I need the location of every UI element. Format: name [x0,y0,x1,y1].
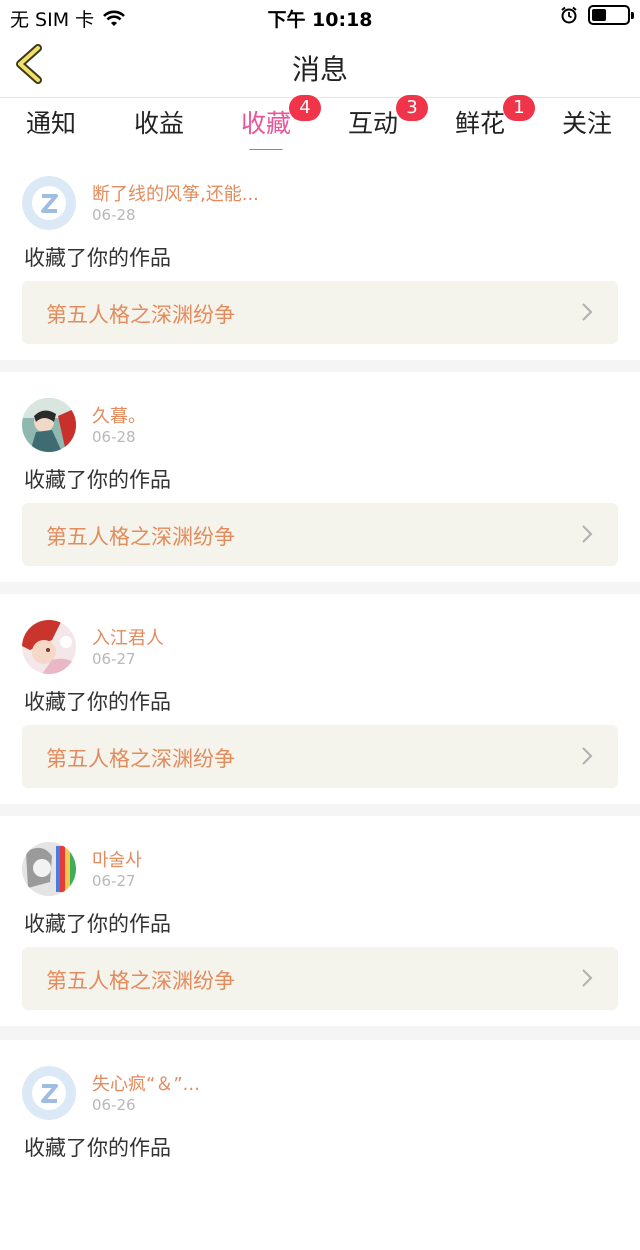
battery-icon [588,5,634,25]
chevron-right-icon [582,525,593,543]
action-text: 收藏了你的作品 [24,912,171,936]
chevron-right-icon [582,747,593,765]
chevron-right-icon [582,303,593,321]
avatar[interactable] [22,398,76,452]
avatar[interactable] [22,176,76,230]
tab-notice[interactable]: 通知 [26,104,76,140]
action-text: 收藏了你的作品 [24,690,171,714]
tab-earnings[interactable]: 收益 [134,104,184,140]
message-date: 06-27 [92,872,136,890]
tab-interaction[interactable]: 互动 3 [348,95,429,140]
username[interactable]: 入江君人 [92,624,164,650]
tab-flowers[interactable]: 鲜花 1 [455,95,536,140]
action-text: 收藏了你的作品 [24,468,171,492]
alarm-icon [561,6,577,24]
user-photo-avatar [22,620,76,674]
tab-badge: 1 [503,95,536,121]
work-title: 第五人格之深渊纷争 [46,969,235,993]
work-title: 第五人格之深渊纷争 [46,747,235,771]
action-text: 收藏了你的作品 [24,1136,171,1160]
tab-badge: 3 [396,95,429,121]
list-item: 失心疯“＆”... 06-26 收藏了你的作品 [0,1040,640,1250]
message-date: 06-28 [92,428,136,446]
list-item: 久暮。 06-28 收藏了你的作品 第五人格之深渊纷争 [0,372,640,582]
tab-follow[interactable]: 关注 [562,104,612,140]
message-date: 06-26 [92,1096,136,1114]
user-photo-avatar [22,842,76,896]
nav-bar: 消息 [0,32,640,98]
work-title: 第五人格之深渊纷争 [46,303,235,327]
username[interactable]: 마술사 [92,846,142,872]
avatar[interactable] [22,620,76,674]
list-item: 入江君人 06-27 收藏了你的作品 第五人格之深渊纷争 [0,594,640,804]
work-link[interactable]: 第五人格之深渊纷争 [22,503,618,566]
message-date: 06-28 [92,206,136,224]
tab-favorites[interactable]: 收藏 4 [241,95,322,152]
work-title: 第五人格之深渊纷争 [46,525,235,549]
username[interactable]: 断了线的风筝,还能... [92,180,259,206]
work-link[interactable]: 第五人格之深渊纷争 [22,725,618,788]
list-item: 마술사 06-27 收藏了你的作品 第五人格之深渊纷争 [0,816,640,1026]
work-link[interactable]: 第五人格之深渊纷争 [22,281,618,344]
list-item: 断了线的风筝,还能... 06-28 收藏了你的作品 第五人格之深渊纷争 [0,150,640,360]
default-avatar-icon [22,176,76,230]
avatar[interactable] [22,1066,76,1120]
action-text: 收藏了你的作品 [24,246,171,270]
username[interactable]: 久暮。 [92,402,146,428]
tab-badge: 4 [289,95,322,121]
tab-bar: 通知 收益 收藏 4 互动 3 鲜花 1 关注 [0,95,640,152]
default-avatar-icon [22,1066,76,1120]
battery-level [592,9,606,21]
avatar[interactable] [22,842,76,896]
message-date: 06-27 [92,650,136,668]
username[interactable]: 失心疯“＆”... [92,1070,200,1096]
user-photo-avatar [22,398,76,452]
status-bar: 无 SIM 卡 下午 10:18 [0,0,640,32]
clock: 下午 10:18 [267,9,373,31]
page-title: 消息 [291,53,348,86]
work-link[interactable]: 第五人格之深渊纷争 [22,947,618,1010]
chevron-right-icon [582,969,593,987]
